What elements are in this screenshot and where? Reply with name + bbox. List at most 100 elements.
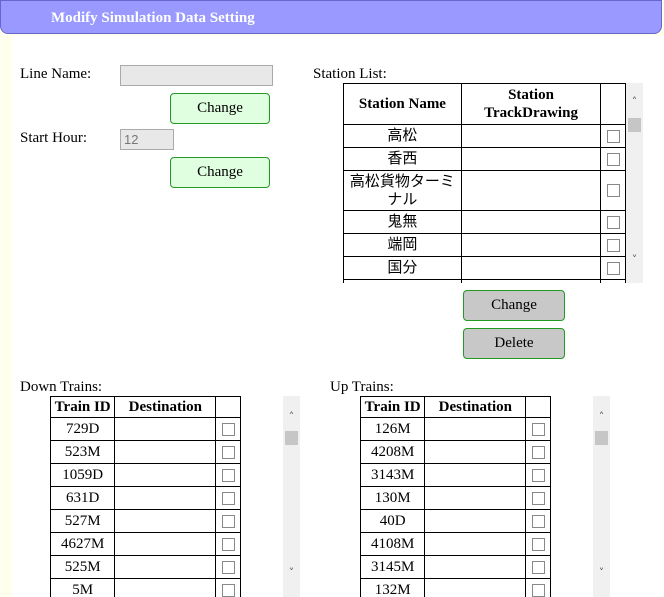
up-train-row[interactable]: 4108M xyxy=(360,532,551,556)
checkbox-icon[interactable] xyxy=(221,560,235,574)
up-destination-cell xyxy=(424,486,527,510)
up-train-row[interactable]: 132M xyxy=(360,578,551,597)
up-scroll-thumb[interactable] xyxy=(595,431,608,445)
down-train-row[interactable]: 525M xyxy=(50,555,241,579)
checkbox-icon[interactable] xyxy=(606,129,620,143)
down-scroll-thumb[interactable] xyxy=(285,431,298,445)
line-name-change-button[interactable]: Change xyxy=(170,93,270,124)
station-name-cell: 高松貨物ターミナル xyxy=(343,170,462,211)
checkbox-icon[interactable] xyxy=(221,445,235,459)
station-name-cell: 高松 xyxy=(343,124,462,148)
chevron-up-icon[interactable]: ˄ xyxy=(283,410,300,423)
down-train-id-header: Train ID xyxy=(50,396,116,418)
checkbox-icon[interactable] xyxy=(221,491,235,505)
down-train-row[interactable]: 729D xyxy=(50,417,241,441)
up-trains-scrollbar[interactable]: ˄ ˅ xyxy=(593,396,610,597)
start-hour-label: Start Hour: xyxy=(20,130,88,146)
station-scroll-thumb[interactable] xyxy=(628,118,641,132)
down-train-id-cell: 525M xyxy=(50,555,116,579)
station-select-cell xyxy=(600,256,626,280)
station-row[interactable]: 端岡 xyxy=(343,233,626,257)
start-hour-input[interactable] xyxy=(120,129,174,150)
up-train-row[interactable]: 3143M xyxy=(360,463,551,487)
station-name-cell: 鬼無 xyxy=(343,210,462,234)
up-train-row[interactable]: 4208M xyxy=(360,440,551,464)
station-scrollbar[interactable]: ˄ ˅ xyxy=(626,83,643,283)
down-destination-cell xyxy=(114,578,217,597)
station-row[interactable]: 香西 xyxy=(343,147,626,171)
checkbox-icon[interactable] xyxy=(606,215,620,229)
station-select-cell xyxy=(600,170,626,211)
down-train-id-cell: 527M xyxy=(50,509,116,533)
checkbox-icon[interactable] xyxy=(606,184,620,198)
checkbox-icon[interactable] xyxy=(531,422,545,436)
down-train-row[interactable]: 523M xyxy=(50,440,241,464)
checkbox-icon[interactable] xyxy=(531,514,545,528)
checkbox-icon[interactable] xyxy=(221,468,235,482)
checkbox-icon[interactable] xyxy=(531,445,545,459)
station-delete-button[interactable]: Delete xyxy=(463,328,565,359)
checkbox-icon[interactable] xyxy=(531,491,545,505)
up-destination-cell xyxy=(424,463,527,487)
checkbox-icon[interactable] xyxy=(606,238,620,252)
checkbox-icon[interactable] xyxy=(531,537,545,551)
page-title: Modify Simulation Data Setting xyxy=(51,10,255,26)
up-destination-cell xyxy=(424,532,527,556)
checkbox-icon[interactable] xyxy=(221,583,235,597)
checkbox-icon[interactable] xyxy=(531,560,545,574)
up-train-row[interactable]: 126M xyxy=(360,417,551,441)
down-select-cell xyxy=(215,555,241,579)
down-select-cell xyxy=(215,463,241,487)
station-row[interactable] xyxy=(343,279,626,283)
station-row[interactable]: 鬼無 xyxy=(343,210,626,234)
line-name-input[interactable] xyxy=(120,65,273,86)
up-destination-cell xyxy=(424,578,527,597)
down-select-header xyxy=(215,396,241,418)
station-drawing-cell xyxy=(460,256,602,280)
down-destination-cell xyxy=(114,417,217,441)
up-select-cell xyxy=(525,578,551,597)
checkbox-icon[interactable] xyxy=(221,422,235,436)
down-select-cell xyxy=(215,440,241,464)
start-hour-change-button[interactable]: Change xyxy=(170,157,270,188)
station-row[interactable]: 国分 xyxy=(343,256,626,280)
up-train-row[interactable]: 3145M xyxy=(360,555,551,579)
chevron-down-icon[interactable]: ˅ xyxy=(626,253,643,266)
down-train-row[interactable]: 1059D xyxy=(50,463,241,487)
station-select-header xyxy=(600,83,626,125)
up-train-row[interactable]: 40D xyxy=(360,509,551,533)
chevron-down-icon[interactable]: ˅ xyxy=(593,566,610,579)
checkbox-icon[interactable] xyxy=(606,261,620,275)
down-train-row[interactable]: 631D xyxy=(50,486,241,510)
up-table-viewport: Train ID Destination 126M 4208M 3143M 130M 4… xyxy=(360,396,552,597)
station-cell xyxy=(600,279,626,283)
line-name-label: Line Name: xyxy=(20,66,92,82)
up-destination-header: Destination xyxy=(424,396,527,418)
station-name-cell: 端岡 xyxy=(343,233,462,257)
chevron-up-icon[interactable]: ˄ xyxy=(626,95,643,108)
station-row[interactable]: 高松貨物ターミナル xyxy=(343,170,626,211)
chevron-up-icon[interactable]: ˄ xyxy=(593,410,610,423)
up-select-cell xyxy=(525,417,551,441)
up-destination-cell xyxy=(424,509,527,533)
checkbox-icon[interactable] xyxy=(606,152,620,166)
down-train-row[interactable]: 5M xyxy=(50,578,241,597)
station-change-button[interactable]: Change xyxy=(463,290,565,321)
down-train-row[interactable]: 4627M xyxy=(50,532,241,556)
station-row[interactable]: 高松 xyxy=(343,124,626,148)
up-select-cell xyxy=(525,532,551,556)
station-name-header: Station Name xyxy=(343,83,462,125)
checkbox-icon[interactable] xyxy=(531,583,545,597)
down-train-row[interactable]: 527M xyxy=(50,509,241,533)
chevron-down-icon[interactable]: ˅ xyxy=(283,566,300,579)
station-drawing-cell xyxy=(460,124,602,148)
down-select-cell xyxy=(215,578,241,597)
up-train-row[interactable]: 130M xyxy=(360,486,551,510)
down-trains-scrollbar[interactable]: ˄ ˅ xyxy=(283,396,300,597)
down-train-id-cell: 4627M xyxy=(50,532,116,556)
down-select-cell xyxy=(215,417,241,441)
station-name-cell: 国分 xyxy=(343,256,462,280)
checkbox-icon[interactable] xyxy=(531,468,545,482)
checkbox-icon[interactable] xyxy=(221,537,235,551)
checkbox-icon[interactable] xyxy=(221,514,235,528)
